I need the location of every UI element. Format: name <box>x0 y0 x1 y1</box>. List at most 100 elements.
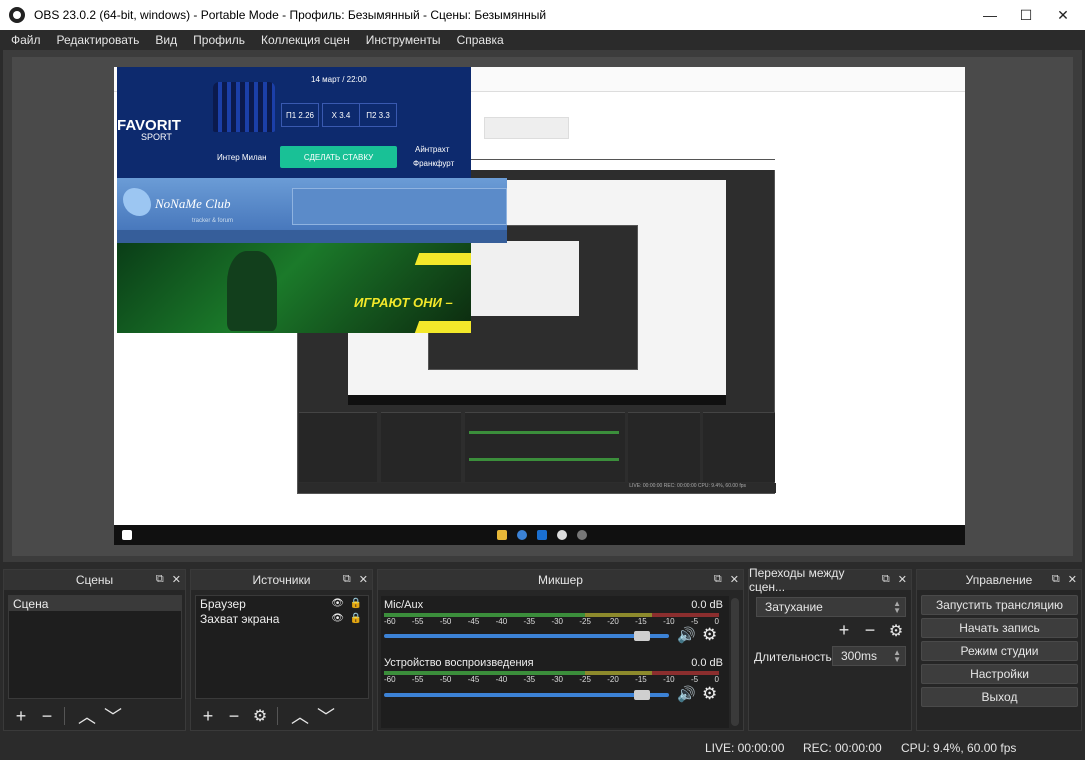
start-streaming-button[interactable]: Запустить трансляцию <box>921 595 1078 615</box>
windows-start-icon <box>122 530 132 540</box>
add-source-icon[interactable]: + <box>199 706 217 727</box>
remove-source-icon[interactable]: − <box>225 706 243 727</box>
eye-icon[interactable]: 👁 <box>331 598 344 609</box>
float-icon[interactable]: ⧉ <box>156 573 164 586</box>
mixer-dock: Микшер ⧉ ✕ Mic/Aux 0.0 dB -60 -55 -50 -45 -4… <box>377 569 744 731</box>
duration-value: 300ms <box>841 649 878 663</box>
sources-dock: Источники ⧉ ✕ Браузер 👁 🔒 Захват экрана … <box>190 569 373 731</box>
scale-tick: -35 <box>523 675 536 684</box>
scale-tick: -10 <box>663 617 675 626</box>
spinner-icon[interactable]: ▲ ▼ <box>893 649 901 664</box>
close-icon[interactable]: ✕ <box>898 573 907 586</box>
volume-slider-handle[interactable] <box>634 690 651 700</box>
close-icon[interactable]: ✕ <box>359 573 368 586</box>
move-down-icon[interactable]: ﹀ <box>317 703 335 729</box>
menu-profile[interactable]: Профиль <box>185 33 253 47</box>
scale-tick: -5 <box>690 617 699 626</box>
speaker-icon[interactable]: 🔊 <box>677 685 696 703</box>
team-away-line2: Франкфурт <box>413 159 455 168</box>
rec-status: REC: 00:00:00 <box>803 741 882 755</box>
transition-toolbar: + − ⚙ <box>835 620 905 641</box>
explorer-icon <box>497 530 507 540</box>
captured-dock-scenes <box>299 412 377 482</box>
float-icon[interactable]: ⧉ <box>343 573 351 586</box>
close-icon[interactable]: ✕ <box>730 573 739 586</box>
captured-dock-controls <box>703 412 775 482</box>
spinner-icon: ▲ ▼ <box>893 599 901 615</box>
move-up-icon[interactable]: ︿ <box>291 703 309 729</box>
add-scene-icon[interactable]: + <box>12 706 30 727</box>
float-icon[interactable]: ⧉ <box>882 573 890 586</box>
close-button[interactable]: ✕ <box>1044 0 1082 30</box>
gear-icon[interactable]: ⚙ <box>702 625 717 645</box>
exit-button[interactable]: Выход <box>921 687 1078 707</box>
ad-favorit-banner: 14 март / 22:00 FAVORIT SPORT П1 2.26 Х … <box>117 67 471 178</box>
captured-dock-mixer <box>465 412 625 482</box>
gear-icon[interactable]: ⚙ <box>702 684 717 704</box>
scale-tick: -45 <box>467 617 480 626</box>
lock-icon[interactable]: 🔒 <box>350 598 362 609</box>
gear-icon[interactable]: ⚙ <box>251 706 269 726</box>
menu-file[interactable]: Файл <box>0 33 49 47</box>
sources-toolbar: + − ⚙ ︿ ﹀ <box>199 703 335 729</box>
scale-tick: -20 <box>607 617 619 626</box>
gear-icon[interactable]: ⚙ <box>887 621 905 641</box>
move-up-icon[interactable]: ︿ <box>78 703 96 729</box>
float-icon[interactable]: ⧉ <box>714 573 722 586</box>
menu-scene-collection[interactable]: Коллекция сцен <box>253 33 358 47</box>
captured-notification <box>484 117 569 139</box>
float-icon[interactable]: ⧉ <box>1052 573 1060 586</box>
volume-slider[interactable] <box>384 634 669 638</box>
obs-logo-icon <box>9 7 25 23</box>
jersey-icon <box>213 82 275 132</box>
transition-select[interactable]: Затухание ▲ ▼ <box>756 597 906 617</box>
chrome-icon <box>517 530 527 540</box>
nnm-strip <box>117 230 507 243</box>
mixer-scrollbar[interactable] <box>731 598 739 726</box>
track-name: Mic/Aux <box>384 599 424 611</box>
eye-icon[interactable]: 👁 <box>331 613 344 624</box>
mixer-body: Mic/Aux 0.0 dB -60 -55 -50 -45 -40 -35 -30 -25-… <box>381 596 729 728</box>
close-icon[interactable]: ✕ <box>172 573 181 586</box>
scale-tick: -50 <box>439 617 452 626</box>
settings-button[interactable]: Настройки <box>921 664 1078 684</box>
menu-view[interactable]: Вид <box>147 33 185 47</box>
captured-nested-preview <box>459 241 579 316</box>
live-status: LIVE: 00:00:00 <box>705 741 785 755</box>
source-item[interactable]: Захват экрана 👁 🔒 <box>196 611 368 626</box>
yellow-stripe <box>414 321 471 333</box>
scale-tick: -15 <box>635 617 647 626</box>
speaker-icon[interactable]: 🔊 <box>677 626 696 644</box>
add-transition-icon[interactable]: + <box>835 620 853 641</box>
remove-transition-icon[interactable]: − <box>861 620 879 641</box>
menu-bar: Файл Редактировать Вид Профиль Коллекция… <box>0 30 1085 50</box>
minimize-button[interactable]: — <box>971 0 1009 30</box>
move-down-icon[interactable]: ﹀ <box>104 703 122 729</box>
scale-tick: -40 <box>495 617 508 626</box>
scale-tick: -10 <box>663 675 675 684</box>
studio-mode-button[interactable]: Режим студии <box>921 641 1078 661</box>
source-item[interactable]: Браузер 👁 🔒 <box>196 596 368 611</box>
scenes-list[interactable]: Сцена <box>8 595 182 699</box>
ad-slogan: ИГРАЮТ ОНИ – <box>354 295 453 310</box>
close-icon[interactable]: ✕ <box>1068 573 1077 586</box>
duration-label: Длительность <box>754 650 832 664</box>
lock-icon[interactable]: 🔒 <box>350 613 362 624</box>
odds-draw: Х 3.4 <box>322 103 360 127</box>
maximize-button[interactable]: ☐ <box>1007 0 1045 30</box>
scene-item[interactable]: Сцена <box>9 596 181 611</box>
sources-dock-title: Источники <box>252 573 311 587</box>
sources-list[interactable]: Браузер 👁 🔒 Захват экрана 👁 🔒 <box>195 595 369 699</box>
volume-slider[interactable] <box>384 693 669 697</box>
volume-slider-handle[interactable] <box>634 631 651 641</box>
start-recording-button[interactable]: Начать запись <box>921 618 1078 638</box>
team-home: Интер Милан <box>217 153 267 162</box>
remove-scene-icon[interactable]: − <box>38 706 56 727</box>
scale-tick: -25 <box>579 617 591 626</box>
ad-nnm-banner: NoNaMe Club tracker & forum <box>117 178 507 243</box>
menu-edit[interactable]: Редактировать <box>49 33 148 47</box>
duration-input[interactable]: 300ms ▲ ▼ <box>832 646 906 666</box>
menu-tools[interactable]: Инструменты <box>358 33 449 47</box>
menu-help[interactable]: Справка <box>449 33 512 47</box>
media-player-icon <box>537 530 547 540</box>
